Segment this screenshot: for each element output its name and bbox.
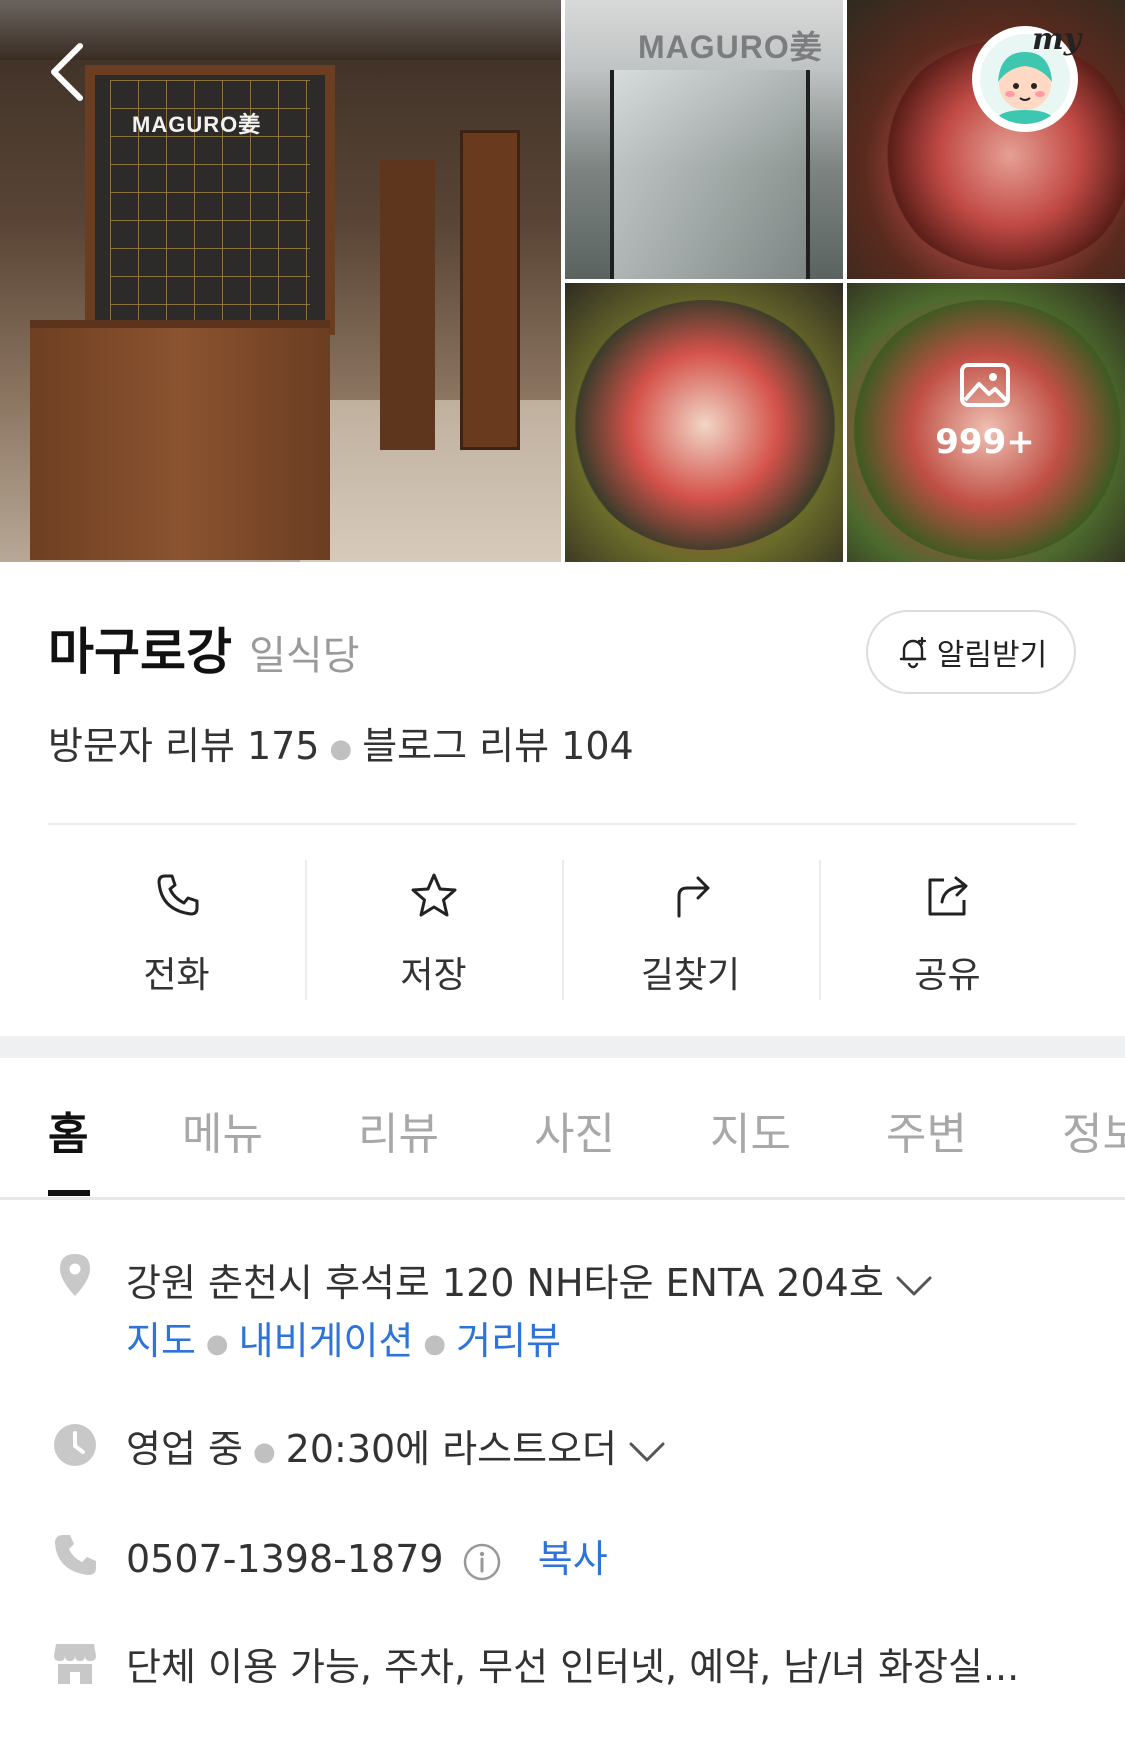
visitor-reviews-link[interactable]: 방문자 리뷰 175	[48, 724, 320, 768]
separator-dot: ●	[329, 733, 353, 764]
tab-nearby[interactable]: 주변	[886, 1098, 967, 1162]
wood-door	[380, 160, 435, 450]
tab-home[interactable]: 홈	[48, 1098, 88, 1162]
photo-count: 999+	[935, 422, 1035, 462]
navigation-link[interactable]: 내비게이션	[239, 1319, 414, 1363]
place-name: 마구로강	[48, 623, 232, 681]
active-tab-indicator	[48, 1190, 90, 1196]
copy-button[interactable]: 복사	[538, 1537, 608, 1581]
amenities-text: 단체 이용 가능, 주차, 무선 인터넷, 예약, 남/녀 화장실...	[126, 1645, 1020, 1689]
separator-dot: ●	[252, 1436, 276, 1467]
directions-label: 길찾기	[640, 955, 741, 996]
separator-dot: ●	[205, 1328, 229, 1359]
streetview-link[interactable]: 거리뷰	[456, 1319, 561, 1363]
my-profile-button[interactable]: my	[972, 22, 1081, 132]
wood-door	[460, 130, 520, 450]
store-icon	[54, 1644, 96, 1684]
alert-label: 알림받기	[936, 638, 1048, 673]
section-separator	[0, 1036, 1125, 1058]
separator-dot: ●	[423, 1328, 447, 1359]
back-button[interactable]	[40, 40, 96, 104]
phone-icon	[157, 874, 198, 916]
hours-row[interactable]: 영업 중 ● 20:30에 라스트오더	[126, 1418, 667, 1473]
chevron-down-icon	[629, 1442, 665, 1461]
tab-menu[interactable]: 메뉴	[182, 1098, 263, 1162]
call-label: 전화	[143, 955, 210, 996]
address-text: 강원 춘천시 후석로 120 NH타운 ENTA 204호	[126, 1261, 884, 1305]
save-button[interactable]: 저장	[305, 860, 562, 1000]
divider	[48, 823, 1076, 825]
map-link[interactable]: 지도	[126, 1319, 196, 1363]
share-icon	[928, 876, 967, 916]
clock-icon	[54, 1424, 96, 1466]
wood-counter	[30, 320, 330, 560]
address-row[interactable]: 강원 춘천시 후석로 120 NH타운 ENTA 204호	[126, 1252, 934, 1307]
blog-reviews-link[interactable]: 블로그 리뷰 104	[362, 724, 634, 768]
phone-number[interactable]: 0507-1398-1879	[126, 1537, 444, 1581]
save-label: 저장	[400, 955, 467, 996]
tab-bar: 홈 메뉴 리뷰 사진 지도 주변 정보	[0, 1058, 1125, 1200]
image-icon	[960, 363, 1010, 407]
info-circle-icon[interactable]	[462, 1542, 502, 1582]
restaurant-sign: MAGURO姜	[132, 112, 262, 137]
tab-reviews[interactable]: 리뷰	[358, 1098, 439, 1162]
phone-row: 0507-1398-1879 복사	[126, 1528, 608, 1583]
more-photos-overlay[interactable]: 999+	[930, 362, 1040, 462]
share-label: 공유	[914, 955, 981, 996]
alert-subscribe-button[interactable]: 알림받기	[866, 610, 1076, 694]
place-category: 일식당	[249, 633, 360, 679]
star-icon	[411, 873, 456, 917]
open-status: 영업 중	[126, 1427, 243, 1471]
amenities-row[interactable]: 단체 이용 가능, 주차, 무선 인터넷, 예약, 남/녀 화장실...	[126, 1636, 1019, 1691]
address-links: 지도 ● 내비게이션 ● 거리뷰	[126, 1310, 561, 1365]
directions-button[interactable]: 길찾기	[562, 860, 819, 1000]
bell-plus-icon	[899, 636, 926, 669]
review-counts: 방문자 리뷰 175 ● 블로그 리뷰 104	[48, 715, 634, 770]
last-order-text: 20:30에 라스트오더	[285, 1427, 618, 1471]
photo-gallery: MAGURO姜 MAGURO姜 999+	[0, 0, 1125, 562]
entrance-sign: MAGURO姜	[638, 29, 823, 65]
map-pin-icon	[60, 1254, 90, 1296]
chevron-left-icon	[51, 43, 83, 101]
phone-filled-icon	[55, 1535, 96, 1575]
glass-door	[610, 70, 810, 279]
call-button[interactable]: 전화	[48, 860, 305, 1000]
action-bar: 전화 저장 길찾기 공유	[48, 860, 1076, 1000]
tab-map[interactable]: 지도	[710, 1098, 791, 1162]
directions-icon	[677, 876, 709, 918]
sashimi-plate	[570, 300, 840, 550]
share-button[interactable]: 공유	[819, 860, 1076, 1000]
chevron-down-icon	[896, 1276, 932, 1295]
tab-photos[interactable]: 사진	[534, 1098, 615, 1162]
tab-info[interactable]: 정보	[1062, 1098, 1125, 1162]
my-label: my	[1032, 22, 1082, 57]
